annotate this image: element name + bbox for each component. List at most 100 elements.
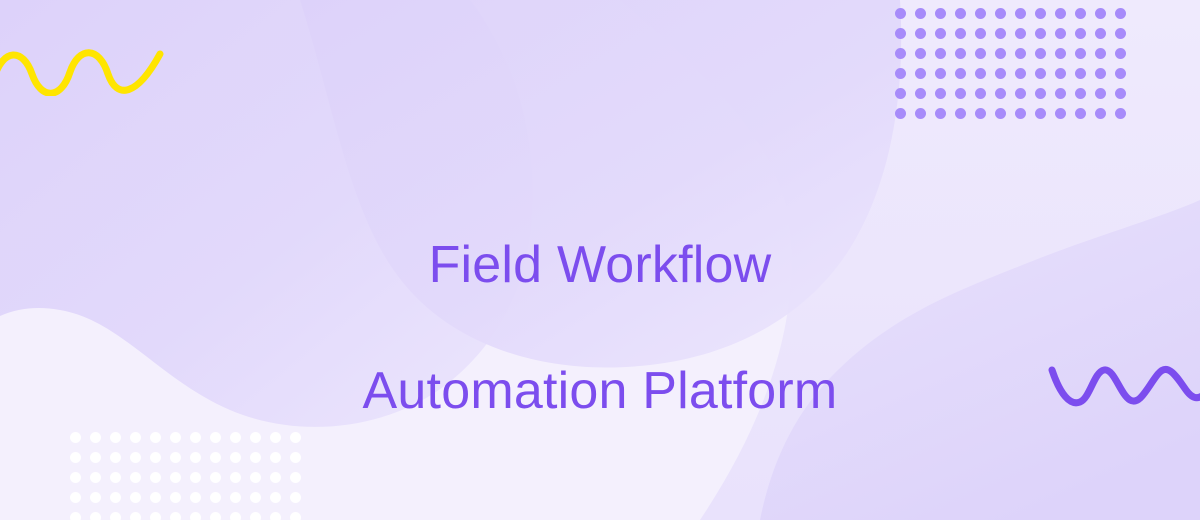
grid-dot — [895, 88, 906, 99]
grid-dot — [1095, 28, 1106, 39]
grid-dot — [1055, 8, 1066, 19]
grid-dot — [895, 28, 906, 39]
grid-dot — [1035, 68, 1046, 79]
grid-dot — [70, 512, 81, 520]
grid-dot — [130, 492, 141, 503]
grid-dot — [955, 88, 966, 99]
grid-dot — [130, 512, 141, 520]
grid-dot — [995, 68, 1006, 79]
grid-dot — [1055, 68, 1066, 79]
grid-dot — [895, 108, 906, 119]
grid-dot — [90, 492, 101, 503]
grid-dot — [1115, 8, 1126, 19]
hero-banner: Field Workflow Automation Platform — [0, 0, 1200, 520]
grid-dot — [90, 512, 101, 520]
grid-dot — [1115, 108, 1126, 119]
grid-dot — [915, 68, 926, 79]
grid-dot — [915, 108, 926, 119]
grid-dot — [895, 68, 906, 79]
grid-dot — [150, 492, 161, 503]
grid-dot — [935, 108, 946, 119]
grid-dot — [1095, 8, 1106, 19]
grid-dot — [110, 512, 121, 520]
grid-dot — [1075, 8, 1086, 19]
grid-dot — [915, 88, 926, 99]
grid-dot — [1015, 28, 1026, 39]
grid-dot — [1075, 108, 1086, 119]
grid-dot — [1015, 88, 1026, 99]
grid-dot — [1015, 68, 1026, 79]
grid-dot — [250, 492, 261, 503]
grid-dot — [210, 492, 221, 503]
grid-dot — [150, 512, 161, 520]
grid-dot — [975, 48, 986, 59]
grid-dot — [190, 492, 201, 503]
grid-dot — [1095, 88, 1106, 99]
page-title-line-1: Field Workflow — [428, 236, 772, 294]
grid-dot — [915, 8, 926, 19]
grid-dot — [1115, 48, 1126, 59]
grid-dot — [1055, 48, 1066, 59]
grid-dot — [955, 68, 966, 79]
grid-dot — [1075, 48, 1086, 59]
grid-dot — [290, 492, 301, 503]
grid-dot — [935, 48, 946, 59]
grid-dot — [1075, 88, 1086, 99]
grid-dot — [1095, 48, 1106, 59]
grid-dot — [1035, 108, 1046, 119]
grid-dot — [70, 492, 81, 503]
grid-dot — [290, 512, 301, 520]
grid-dot — [1075, 28, 1086, 39]
grid-dot — [935, 28, 946, 39]
grid-dot — [1015, 48, 1026, 59]
grid-dot — [955, 28, 966, 39]
grid-dot — [975, 88, 986, 99]
purple-dot-grid — [895, 8, 1135, 128]
grid-dot — [935, 88, 946, 99]
grid-dot — [955, 108, 966, 119]
grid-dot — [915, 28, 926, 39]
grid-dot — [895, 48, 906, 59]
grid-dot — [955, 8, 966, 19]
grid-dot — [975, 28, 986, 39]
grid-dot — [995, 8, 1006, 19]
grid-dot — [1055, 88, 1066, 99]
grid-dot — [250, 512, 261, 520]
grid-dot — [1055, 28, 1066, 39]
grid-dot — [935, 68, 946, 79]
grid-dot — [230, 512, 241, 520]
grid-dot — [915, 48, 926, 59]
grid-dot — [1015, 8, 1026, 19]
grid-dot — [110, 492, 121, 503]
grid-dot — [170, 512, 181, 520]
grid-dot — [1115, 68, 1126, 79]
grid-dot — [975, 108, 986, 119]
grid-dot — [190, 512, 201, 520]
grid-dot — [1015, 108, 1026, 119]
grid-dot — [1035, 28, 1046, 39]
grid-dot — [995, 108, 1006, 119]
grid-dot — [895, 8, 906, 19]
grid-dot — [1115, 88, 1126, 99]
grid-dot — [1035, 8, 1046, 19]
grid-dot — [1055, 108, 1066, 119]
page-title-line-2: Automation Platform — [362, 362, 838, 420]
grid-dot — [975, 8, 986, 19]
grid-dot — [975, 68, 986, 79]
grid-dot — [1075, 68, 1086, 79]
grid-dot — [995, 88, 1006, 99]
grid-dot — [1115, 28, 1126, 39]
grid-dot — [230, 492, 241, 503]
grid-dot — [995, 48, 1006, 59]
grid-dot — [935, 8, 946, 19]
grid-dot — [955, 48, 966, 59]
grid-dot — [170, 492, 181, 503]
grid-dot — [1035, 48, 1046, 59]
yellow-wave-icon — [0, 49, 164, 96]
grid-dot — [995, 28, 1006, 39]
page-title: Field Workflow Automation Platform — [0, 171, 1200, 486]
grid-dot — [1095, 68, 1106, 79]
grid-dot — [1035, 88, 1046, 99]
grid-dot — [270, 512, 281, 520]
grid-dot — [270, 492, 281, 503]
